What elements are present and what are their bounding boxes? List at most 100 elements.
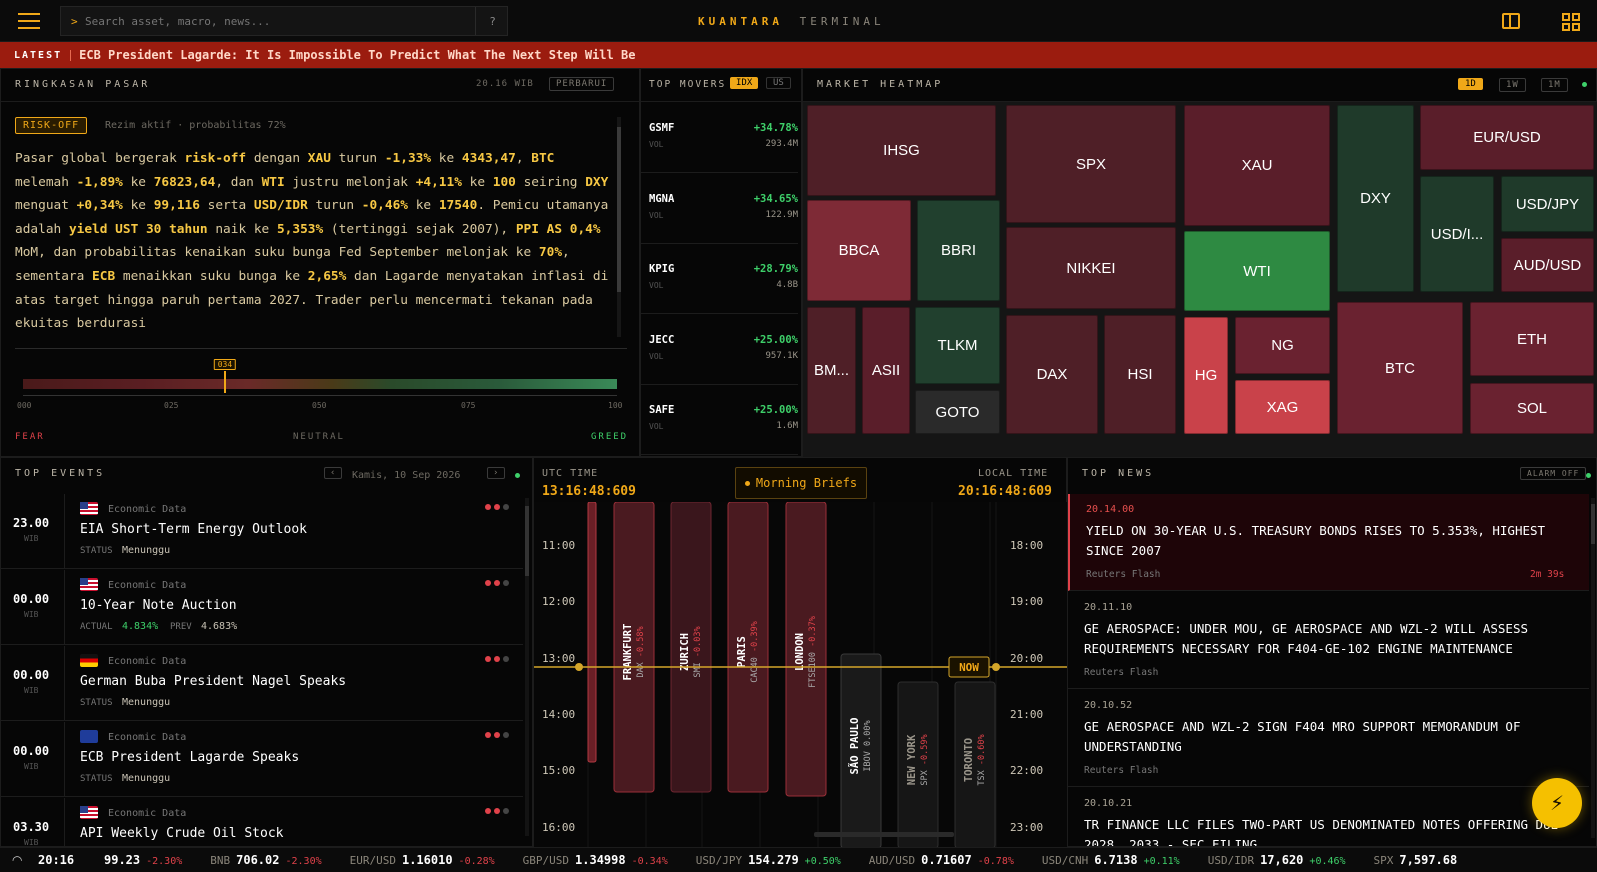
news-item[interactable]: 20.14.00 YIELD ON 30-YEAR U.S. TREASURY B…: [1068, 494, 1589, 591]
tab-us[interactable]: US: [766, 77, 791, 89]
ticker-item[interactable]: GBP/USD 1.34998 -0.34%: [523, 853, 668, 867]
heatmap-tile-label: GOTO: [935, 403, 980, 421]
session-bar[interactable]: [840, 653, 882, 848]
ticker-item[interactable]: AUD/USD 0.71607 -0.78%: [869, 853, 1014, 867]
regime-badge: RISK-OFF: [15, 117, 88, 134]
tab-1w[interactable]: 1W: [1499, 78, 1526, 92]
event-category: Economic Data: [108, 504, 187, 515]
mover-change: +34.78%: [753, 122, 798, 134]
heatmap-tile[interactable]: WTI: [1184, 231, 1330, 311]
horizontal-scrollbar[interactable]: [814, 832, 954, 837]
impact-dot: [485, 808, 491, 814]
heatmap-tile[interactable]: BTC: [1337, 302, 1463, 434]
search-box[interactable]: > ?: [60, 6, 508, 36]
help-label: ?: [489, 14, 496, 28]
heatmap-tile[interactable]: USD/JPY: [1501, 176, 1594, 232]
ticker-item[interactable]: USD/CNH 6.7138 +0.11%: [1042, 853, 1180, 867]
heatmap-tile[interactable]: XAG: [1235, 380, 1330, 434]
news-item[interactable]: 20.10.21 TR FINANCE LLC FILES TWO-PART US…: [1068, 788, 1589, 846]
heatmap-tile[interactable]: IHSG: [807, 105, 996, 196]
heatmap-tile[interactable]: BM...: [807, 307, 856, 434]
session-bar[interactable]: [954, 681, 996, 848]
heatmap-tile[interactable]: HSI: [1104, 315, 1176, 434]
heatmap-tile[interactable]: TLKM: [915, 307, 1000, 384]
event-row[interactable]: 23.00 WIB Economic Data EIA Short-Term Ener…: [1, 494, 523, 569]
news-item[interactable]: 20.11.10 GE AEROSPACE: UNDER MOU, GE AERO…: [1068, 592, 1589, 689]
refresh-button[interactable]: PERBARUI: [549, 77, 615, 91]
hour-label: 12:00: [542, 595, 575, 608]
menu-icon[interactable]: [18, 13, 40, 29]
tab-idx[interactable]: IDX: [730, 77, 759, 89]
heatmap-tile[interactable]: XAU: [1184, 105, 1330, 226]
session-bar[interactable]: [727, 502, 769, 793]
mover-row[interactable]: KPIG +28.79% VOL 4.8B: [641, 243, 798, 314]
session-bar[interactable]: [670, 502, 712, 793]
event-row[interactable]: 03.30 WIB Economic Data API Weekly Crude Oi…: [1, 798, 523, 846]
heatmap-tile-label: XAU: [1241, 157, 1273, 174]
latest-headline[interactable]: ECB President Lagarde: It Is Impossible …: [79, 48, 635, 62]
news-list: 20.14.00 YIELD ON 30-YEAR U.S. TREASURY B…: [1068, 494, 1591, 846]
heatmap-tile[interactable]: SOL: [1470, 383, 1594, 434]
session-bar[interactable]: [785, 502, 827, 797]
news-time: 20.10.21: [1084, 798, 1133, 809]
event-title: API Weekly Crude Oil Stock: [80, 826, 284, 841]
mover-row[interactable]: GSMF +34.78% VOL 293.4M: [641, 102, 798, 173]
ticker-item[interactable]: BNB 706.02 -2.30%: [210, 853, 321, 867]
heatmap-tile[interactable]: BBCA: [807, 200, 911, 301]
quick-action-button[interactable]: ⚡: [1532, 778, 1582, 828]
session-city: FRANKFURT: [622, 624, 634, 681]
search-input[interactable]: [85, 12, 465, 30]
heatmap-tile[interactable]: NIKKEI: [1006, 227, 1176, 309]
heatmap-tile[interactable]: DAX: [1006, 315, 1098, 434]
heatmap-tile[interactable]: ETH: [1470, 302, 1594, 376]
ticker-symbol: GBP/USD: [522, 854, 570, 867]
ticker-item[interactable]: SPX 7,597.68: [1374, 853, 1458, 867]
heatmap-tile[interactable]: NG: [1235, 317, 1330, 374]
scrollbar[interactable]: [525, 498, 529, 836]
next-date-button[interactable]: ›: [487, 467, 506, 479]
event-row[interactable]: 00.00 WIB Economic Data German Buba Preside…: [1, 646, 523, 721]
ticker-item[interactable]: EUR/USD 1.16010 -0.28%: [350, 853, 495, 867]
grid-view-icon[interactable]: [1562, 13, 1580, 31]
event-field-value: Menunggu: [122, 697, 171, 708]
alarm-toggle-button[interactable]: ALARM OFF: [1520, 467, 1587, 480]
flag-canton: [80, 806, 88, 813]
prev-date-button[interactable]: ‹: [324, 467, 343, 479]
split-view-icon[interactable]: [1502, 13, 1520, 29]
heatmap-tile[interactable]: DXY: [1337, 105, 1414, 292]
event-title: ECB President Lagarde Speaks: [80, 750, 300, 765]
morning-briefs-button[interactable]: Morning Briefs: [735, 467, 867, 499]
mover-volume: 122.9M: [765, 209, 798, 220]
ticker-item[interactable]: USD/JPY 154.279 +0.50%: [696, 853, 841, 867]
heatmap-tile[interactable]: AUD/USD: [1501, 238, 1594, 292]
impact-dot: [503, 656, 509, 662]
mover-row[interactable]: JECC +25.00% VOL 957.1K: [641, 314, 798, 385]
heatmap-tile[interactable]: ASII: [862, 307, 910, 434]
top-bar: > ? KUANTARA TERMINAL: [0, 0, 1597, 42]
us-flag-icon: [80, 502, 98, 515]
tab-1m[interactable]: 1M: [1541, 78, 1568, 92]
scrollbar[interactable]: [1591, 498, 1595, 838]
scrollbar[interactable]: [617, 117, 621, 337]
gauge-tick: 075: [461, 401, 476, 410]
ticker-item[interactable]: USD/IDR 17,620 +0.46%: [1208, 853, 1346, 867]
event-row[interactable]: 00.00 WIB Economic Data 10-Year Note Auctio…: [1, 570, 523, 645]
heatmap-tile[interactable]: USD/I...: [1420, 176, 1494, 292]
heatmap-tile[interactable]: SPX: [1006, 105, 1176, 223]
heatmap-tile[interactable]: GOTO: [915, 390, 1000, 434]
session-bar: [587, 502, 597, 763]
heatmap-tile[interactable]: BBRI: [917, 200, 1000, 301]
mover-row[interactable]: MGNA +34.65% VOL 122.9M: [641, 173, 798, 244]
help-button[interactable]: ?: [475, 7, 509, 35]
session-bar[interactable]: [897, 681, 939, 848]
event-row[interactable]: 00.00 WIB Economic Data ECB President Lagar…: [1, 722, 523, 797]
ticker-item[interactable]: 99.23 -2.30%: [104, 853, 182, 867]
heatmap-tile[interactable]: HG: [1184, 317, 1228, 434]
latest-news-bar[interactable]: LATEST ECB President Lagarde: It Is Impo…: [0, 42, 1597, 68]
events-date: Kamis, 10 Sep 2026: [352, 470, 461, 481]
mover-row[interactable]: SAFE +25.00% VOL 1.6M: [641, 384, 798, 455]
heatmap-tile[interactable]: EUR/USD: [1420, 105, 1594, 170]
news-item[interactable]: 20.10.52 GE AEROSPACE AND WZL-2 SIGN F404…: [1068, 690, 1589, 787]
session-bar[interactable]: [613, 502, 655, 793]
tab-1d[interactable]: 1D: [1458, 78, 1483, 90]
